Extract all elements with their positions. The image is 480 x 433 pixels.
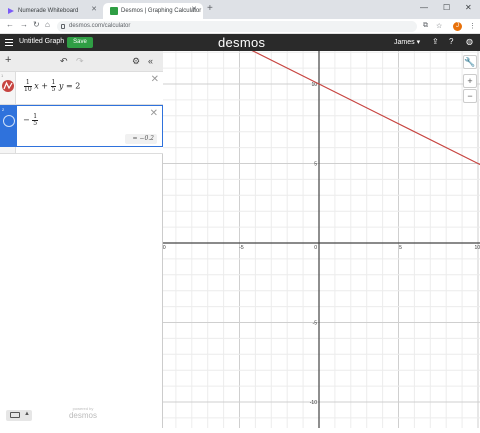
- address-bar: ← → ↻ ⌂ desmos.com/calculator ⧉ ☆ J ⋮: [0, 19, 480, 34]
- expression-index: 1: [1, 73, 4, 78]
- expression-gutter: 1: [0, 72, 16, 104]
- evaluation-icon: [3, 115, 15, 127]
- bookmark-star-icon[interactable]: ☆: [436, 22, 442, 30]
- new-tab-icon[interactable]: +: [207, 3, 213, 14]
- equation-line: [149, 0, 480, 166]
- expression-gutter: [0, 147, 16, 153]
- close-tab-icon[interactable]: ✕: [91, 5, 97, 13]
- user-name: James: [394, 39, 415, 46]
- expression-index: 2: [2, 107, 5, 112]
- home-icon[interactable]: ⌂: [45, 20, 50, 29]
- url-text: desmos.com/calculator: [69, 23, 131, 29]
- expression-math[interactable]: 1 10 x + 15 y = 2: [24, 80, 80, 93]
- share-graph-icon[interactable]: ⇪: [432, 37, 439, 46]
- expression-row-1[interactable]: 1 1 10 x + 15 y = 2 ✕: [0, 72, 163, 105]
- redo-icon[interactable]: ↷: [76, 56, 84, 67]
- expression-gutter: 2: [1, 106, 17, 146]
- graph-title[interactable]: Untitled Graph: [19, 38, 64, 45]
- url-field[interactable]: desmos.com/calculator: [57, 21, 417, 32]
- minimize-icon[interactable]: —: [420, 3, 428, 12]
- graph-paper[interactable]: -10-50510105-5-10: [149, 0, 480, 428]
- delete-expression-icon[interactable]: ✕: [150, 108, 158, 119]
- settings-gear-icon[interactable]: ⚙: [132, 56, 140, 67]
- hamburger-menu-icon[interactable]: [5, 39, 13, 46]
- tab-desmos[interactable]: Desmos | Graphing Calculator ✕: [103, 3, 203, 19]
- tab-label: Desmos | Graphing Calculator: [121, 8, 202, 14]
- line-style-icon[interactable]: [2, 80, 14, 92]
- forward-icon[interactable]: →: [20, 20, 28, 29]
- expression-toolbar: + ↶ ↷ ⚙ «: [0, 51, 163, 72]
- delete-expression-icon[interactable]: ✕: [151, 74, 159, 85]
- powered-by-desmos[interactable]: powered by desmos: [63, 406, 103, 420]
- lock-icon: [61, 24, 65, 29]
- x-tick-label: -10: [163, 245, 166, 251]
- add-item-icon[interactable]: +: [5, 54, 11, 66]
- reload-icon[interactable]: ↻: [33, 20, 40, 29]
- browser-tab-strip: Numerade Whiteboard ✕ Desmos | Graphing …: [0, 0, 480, 19]
- graph-settings-wrench-icon[interactable]: 🔧: [463, 55, 477, 69]
- user-menu[interactable]: James ▾: [394, 38, 420, 46]
- numerade-favicon-icon: [8, 8, 14, 14]
- help-icon[interactable]: ?: [449, 37, 453, 46]
- desmos-favicon-icon: [110, 7, 118, 15]
- zoom-in-button[interactable]: +: [463, 74, 477, 88]
- back-icon[interactable]: ←: [6, 20, 14, 29]
- close-tab-icon[interactable]: ✕: [191, 5, 197, 13]
- chevron-down-icon: ▾: [416, 39, 421, 46]
- y-tick-label: -10: [310, 400, 317, 406]
- expression-row-2[interactable]: 2 − 15 ✕ = −0.2: [0, 105, 163, 147]
- tab-numerade[interactable]: Numerade Whiteboard ✕: [0, 3, 103, 19]
- x-tick-label: 0: [314, 245, 317, 251]
- profile-avatar[interactable]: J: [453, 22, 462, 31]
- maximize-icon[interactable]: ☐: [443, 3, 450, 12]
- tab-label: Numerade Whiteboard: [18, 8, 79, 14]
- keypad-toggle-button[interactable]: ▲: [6, 410, 32, 421]
- undo-icon[interactable]: ↶: [60, 56, 68, 67]
- share-icon[interactable]: ⧉: [423, 22, 428, 30]
- menu-dots-icon[interactable]: ⋮: [469, 22, 476, 30]
- y-tick-label: -5: [313, 321, 318, 327]
- desmos-header: Untitled Graph Save desmos James ▾ ⇪ ? ◍: [0, 34, 480, 51]
- close-window-icon[interactable]: ✕: [465, 3, 472, 12]
- evaluation-result: = −0.2: [125, 134, 157, 144]
- x-tick-label: 5: [399, 245, 402, 251]
- collapse-list-icon[interactable]: «: [148, 56, 153, 66]
- expression-row-empty[interactable]: [0, 147, 163, 154]
- keyboard-icon: [10, 412, 20, 418]
- x-tick-label: -5: [239, 245, 244, 251]
- caret-up-icon: ▲: [24, 411, 30, 417]
- language-globe-icon[interactable]: ◍: [466, 37, 473, 46]
- graph-canvas[interactable]: -10-50510105-5-10: [149, 0, 480, 428]
- x-tick-label: 10: [474, 245, 480, 251]
- zoom-out-button[interactable]: −: [463, 89, 477, 103]
- y-tick-label: 5: [314, 162, 317, 168]
- save-button[interactable]: Save: [67, 37, 93, 48]
- expression-math[interactable]: − 15: [23, 114, 39, 127]
- desmos-logo: desmos: [218, 35, 266, 50]
- expression-list: + ↶ ↷ ⚙ « 1 1 10 x + 15 y = 2 ✕ 2 − 15 ✕…: [0, 51, 163, 428]
